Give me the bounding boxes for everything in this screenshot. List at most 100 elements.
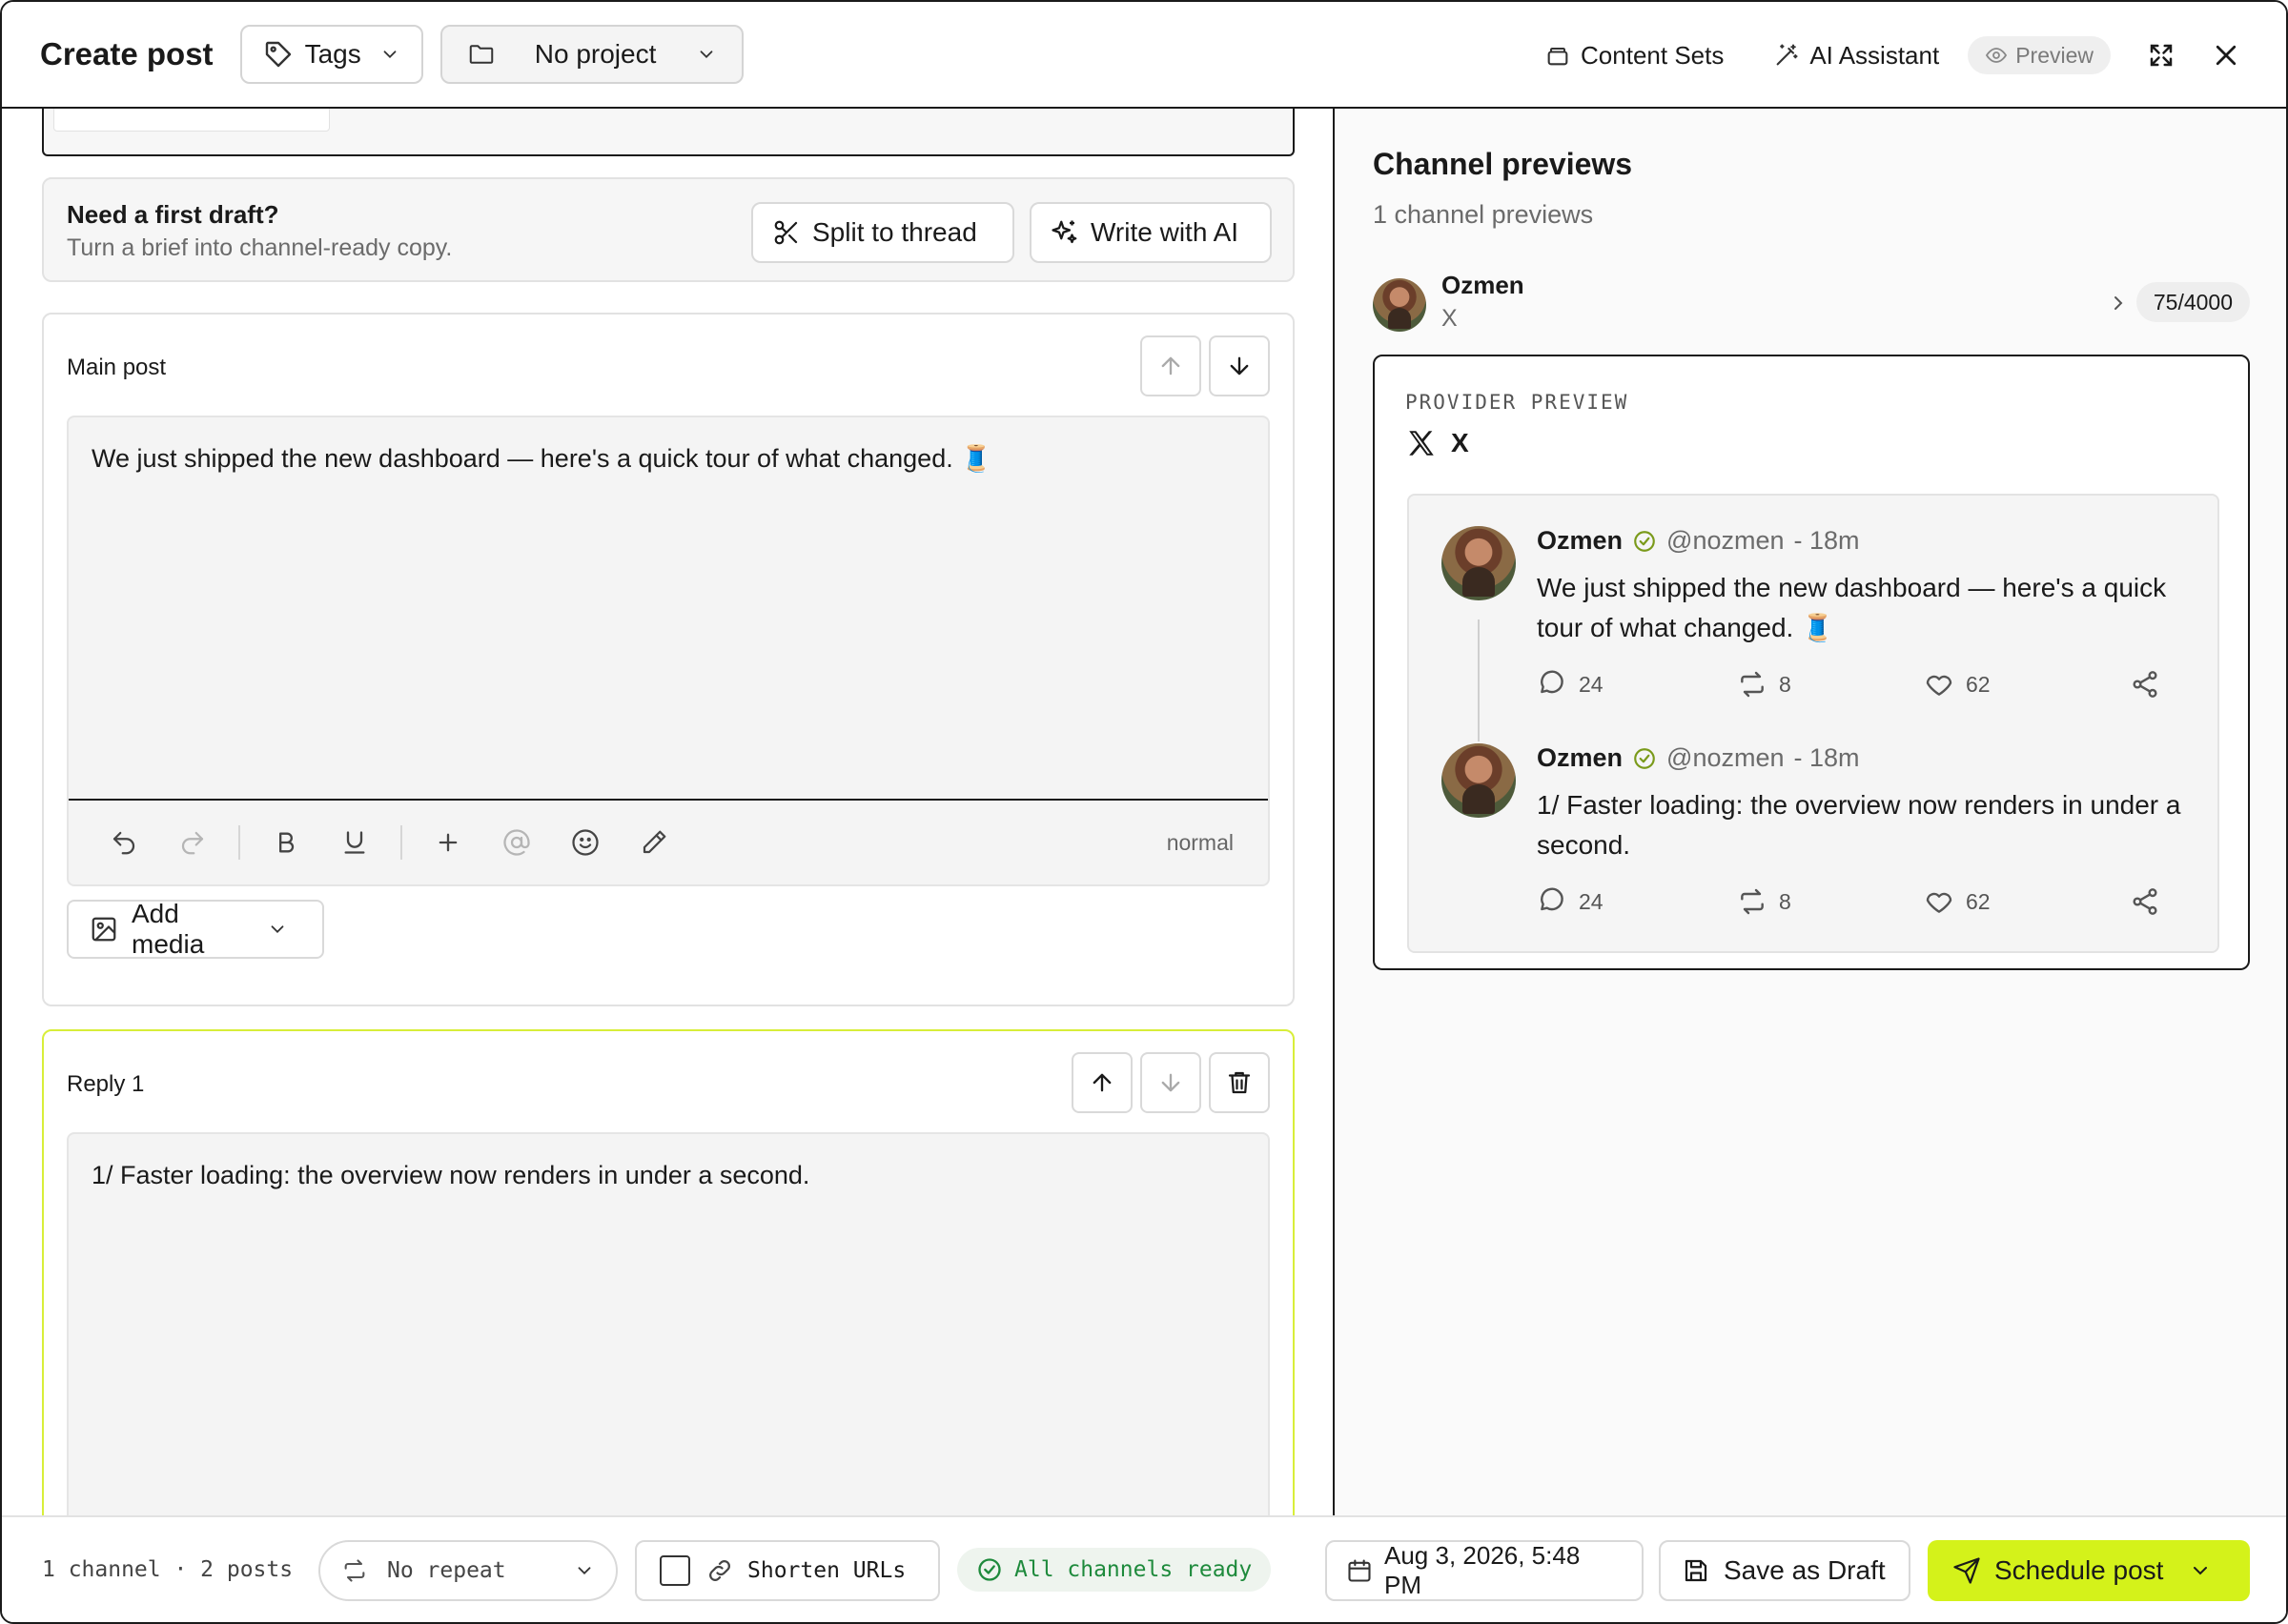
draft-helper-title: Need a first draft? (67, 200, 279, 229)
tags-label: Tags (304, 39, 361, 69)
modal-header: Create post Tags No project Content Sets… (2, 2, 2286, 109)
schedule-date-picker[interactable]: Aug 3, 2026, 5:48 PM (1325, 1540, 1644, 1601)
tweet-header: Ozmen @nozmen - 18m (1537, 526, 1860, 556)
calendar-icon (1346, 1557, 1384, 1584)
thread-connector (1478, 619, 1480, 741)
delete-reply-button[interactable] (1209, 1052, 1270, 1113)
ai-assistant-button[interactable]: AI Assistant (1773, 41, 1939, 71)
verified-icon (1632, 529, 1657, 554)
chevron-down-icon[interactable] (2189, 1559, 2225, 1582)
undo-icon[interactable] (101, 820, 147, 865)
move-up-button[interactable] (1140, 335, 1201, 396)
create-post-modal: Create post Tags No project Content Sets… (0, 0, 2288, 1624)
tweet-text: 1/ Faster loading: the overview now rend… (1537, 790, 2181, 860)
global-content-tab[interactable] (53, 109, 330, 132)
chevron-down-icon (696, 44, 717, 65)
send-icon (1952, 1556, 1994, 1585)
move-down-button[interactable] (1140, 1052, 1201, 1113)
tweet-time: - 18m (1793, 526, 1860, 555)
provider-preview: PROVIDER PREVIEW X Ozmen @nozmen - 18m W… (1373, 355, 2250, 970)
sparkles-icon (1051, 218, 1091, 247)
toolbar-divider (400, 825, 402, 860)
main-post-card: Main post We just shipped the new dashbo… (42, 313, 1295, 1006)
save-icon (1682, 1556, 1724, 1585)
folder-icon (467, 40, 496, 69)
avatar (1373, 278, 1426, 332)
move-down-button[interactable] (1209, 335, 1270, 396)
channel-previews-panel: Channel previews 1 channel previews Ozme… (1335, 109, 2286, 1515)
tweet-header: Ozmen @nozmen - 18m (1537, 743, 1860, 773)
arrow-up-icon (1089, 1069, 1115, 1096)
schedule-post-button[interactable]: Schedule post (1928, 1540, 2250, 1601)
channels-ready-status: All channels ready (957, 1548, 1272, 1592)
channel-name: Ozmen (1441, 271, 1524, 299)
post-label: Reply 1 (67, 1071, 145, 1097)
write-with-ai-button[interactable]: Write with AI (1030, 202, 1272, 263)
chevron-right-icon[interactable] (2107, 292, 2130, 315)
bold-icon[interactable] (263, 820, 309, 865)
tags-dropdown[interactable]: Tags (239, 25, 423, 84)
scissors-icon (772, 218, 812, 247)
arrow-up-icon (1157, 353, 1184, 379)
plus-icon[interactable] (425, 820, 471, 865)
editor-column: Need a first draft? Turn a brief into ch… (2, 109, 1333, 1515)
avatar (1441, 743, 1516, 818)
redo-icon[interactable] (170, 820, 215, 865)
project-label: No project (534, 39, 657, 69)
expand-icon[interactable] (2147, 41, 2176, 70)
signature-pen-icon[interactable] (631, 820, 677, 865)
tag-icon (263, 39, 294, 70)
save-draft-button[interactable]: Save as Draft (1659, 1540, 1910, 1601)
reply-editor[interactable]: 1/ Faster loading: the overview now rend… (67, 1132, 1270, 1515)
chevron-down-icon (267, 919, 301, 940)
post-label: Main post (67, 355, 167, 380)
avatar (1441, 526, 1516, 600)
editor-toolbar: normal (69, 799, 1268, 884)
shorten-urls-checkbox[interactable] (660, 1555, 690, 1586)
tweet-author: Ozmen (1537, 526, 1624, 555)
reply-count: 24 (1537, 886, 1604, 917)
link-icon (705, 1556, 734, 1585)
main-post-editor[interactable]: We just shipped the new dashboard — here… (67, 416, 1270, 886)
mention-icon[interactable] (494, 820, 540, 865)
reply-text[interactable]: 1/ Faster loading: the overview now rend… (92, 1157, 1245, 1193)
share-icon (2130, 886, 2172, 917)
x-logo-icon (1405, 427, 1451, 459)
repost-icon (1737, 886, 1779, 917)
project-dropdown[interactable]: No project (439, 25, 744, 84)
first-draft-helper: Need a first draft? Turn a brief into ch… (42, 177, 1295, 282)
chevron-down-icon (379, 44, 400, 65)
draft-helper-subtitle: Turn a brief into channel-ready copy. (67, 234, 453, 261)
text-mode-label[interactable]: normal (1167, 830, 1234, 856)
repost-count: 8 (1737, 886, 1791, 917)
reply-count: 24 (1537, 669, 1604, 700)
underline-icon[interactable] (332, 820, 378, 865)
repost-count: 8 (1737, 669, 1791, 700)
emoji-icon[interactable] (562, 820, 608, 865)
provider-preview-label: PROVIDER PREVIEW (1405, 391, 1629, 414)
main-post-text[interactable]: We just shipped the new dashboard — here… (92, 440, 1245, 477)
repeat-dropdown[interactable]: No repeat (318, 1540, 618, 1601)
repost-icon (1737, 669, 1779, 700)
tweet-text: We just shipped the new dashboard — here… (1537, 573, 2167, 642)
eye-icon (1985, 44, 2015, 67)
shorten-urls-toggle[interactable]: Shorten URLs (635, 1540, 940, 1601)
close-icon[interactable] (2212, 41, 2240, 70)
channel-previews-title: Channel previews (1373, 147, 1633, 181)
post-summary: 1 channel · 2 posts (42, 1557, 294, 1582)
repeat-icon (341, 1557, 368, 1584)
like-count: 62 (1924, 886, 1991, 917)
provider-name: X (1405, 427, 1469, 459)
modal-footer: 1 channel · 2 posts No repeat Shorten UR… (2, 1515, 2286, 1622)
share-icon (2130, 669, 2172, 700)
move-up-button[interactable] (1072, 1052, 1133, 1113)
arrow-down-icon (1157, 1069, 1184, 1096)
image-icon (90, 915, 132, 944)
comment-icon (1537, 669, 1579, 700)
preview-toggle[interactable]: Preview (1968, 36, 2111, 74)
content-sets-button[interactable]: Content Sets (1544, 41, 1724, 71)
split-to-thread-button[interactable]: Split to thread (751, 202, 1014, 263)
check-circle-icon (976, 1556, 1014, 1583)
toolbar-divider (238, 825, 240, 860)
add-media-button[interactable]: Add media (67, 899, 324, 959)
